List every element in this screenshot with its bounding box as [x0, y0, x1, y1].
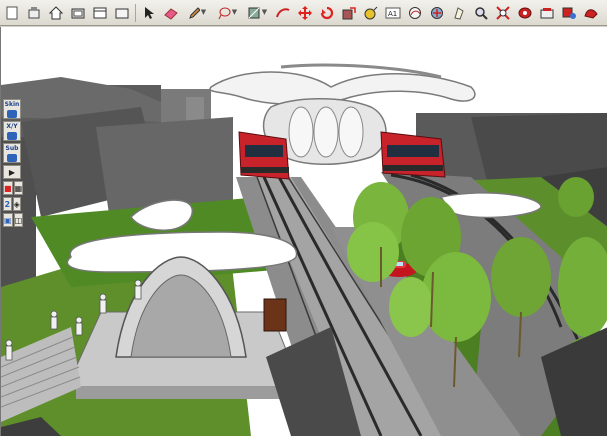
select-arrow-icon[interactable] [140, 4, 158, 22]
main-toolbar: ▼ ▼ ▼ A1 [0, 0, 607, 26]
record-icon: ■ [4, 183, 12, 193]
skin-label: Skin [4, 100, 20, 108]
toolbar-separator [135, 3, 136, 22]
sub-label: Sub [5, 144, 19, 152]
section-icon[interactable] [516, 4, 534, 22]
tram-left [238, 131, 290, 180]
side-tool-panel: Skin X/Y Sub ▶ ■ ▦ 2 ◈ ▣ ◫ [3, 99, 24, 227]
camera-icon[interactable] [538, 4, 556, 22]
move-icon[interactable] [296, 4, 314, 22]
smooth-button[interactable]: ◈ [12, 197, 21, 211]
paint-icon[interactable] [560, 4, 578, 22]
paint-bucket-icon[interactable]: ▼ [244, 4, 270, 22]
zoom-icon[interactable] [472, 4, 490, 22]
box-icon[interactable] [113, 4, 131, 22]
xy-button[interactable]: X/Y [3, 121, 21, 141]
tool-row-2: 2 ◈ [3, 197, 21, 211]
home-view-icon[interactable] [25, 4, 43, 22]
walk-icon[interactable] [450, 4, 468, 22]
pan-icon[interactable] [428, 4, 446, 22]
xy-icon [7, 131, 17, 140]
zoom-extents-icon[interactable] [494, 4, 512, 22]
split-button[interactable]: ◫ [13, 213, 24, 227]
split-icon: ◫ [14, 215, 23, 225]
eraser-icon[interactable] [162, 4, 180, 22]
house-icon[interactable] [47, 4, 65, 22]
smooth-icon: ◈ [13, 199, 20, 209]
scale-icon[interactable] [340, 4, 358, 22]
new-icon[interactable] [3, 4, 21, 22]
tram-right [380, 131, 446, 178]
pencil-icon[interactable]: ▼ [184, 4, 210, 22]
crease-button[interactable]: ▣ [3, 213, 13, 227]
layers-icon: ▦ [14, 183, 23, 193]
window-icon[interactable] [91, 4, 109, 22]
play-button[interactable]: ▶ [3, 165, 21, 179]
skin-button[interactable]: Skin [3, 99, 21, 119]
component-icon[interactable] [69, 4, 87, 22]
layers-button[interactable]: ▦ [13, 181, 24, 195]
tool-row-3: ▣ ◫ [3, 213, 24, 227]
subdivide-icon: 2 [4, 199, 11, 209]
materials-icon[interactable] [582, 4, 600, 22]
svg-text:A1: A1 [388, 10, 397, 18]
crease-icon: ▣ [4, 215, 12, 225]
tape-measure-icon[interactable] [362, 4, 380, 22]
rotate-icon[interactable] [318, 4, 336, 22]
record-button[interactable]: ■ [3, 181, 13, 195]
3d-viewport[interactable]: Skin X/Y Sub ▶ ■ ▦ 2 ◈ ▣ ◫ [0, 27, 607, 436]
skin-icon [7, 109, 17, 118]
3d-scene [1, 27, 607, 436]
tool-row-1: ■ ▦ [3, 181, 24, 195]
subdivide-button[interactable]: 2 [3, 197, 12, 211]
sub-button[interactable]: Sub [3, 143, 21, 163]
sub-icon [7, 153, 17, 162]
play-icon: ▶ [8, 167, 16, 177]
text-tool-icon[interactable]: A1 [384, 4, 402, 22]
orbit-icon[interactable] [406, 4, 424, 22]
lasso-icon[interactable]: ▼ [214, 4, 240, 22]
follow-me-icon[interactable] [274, 4, 292, 22]
xy-label: X/Y [6, 122, 18, 130]
